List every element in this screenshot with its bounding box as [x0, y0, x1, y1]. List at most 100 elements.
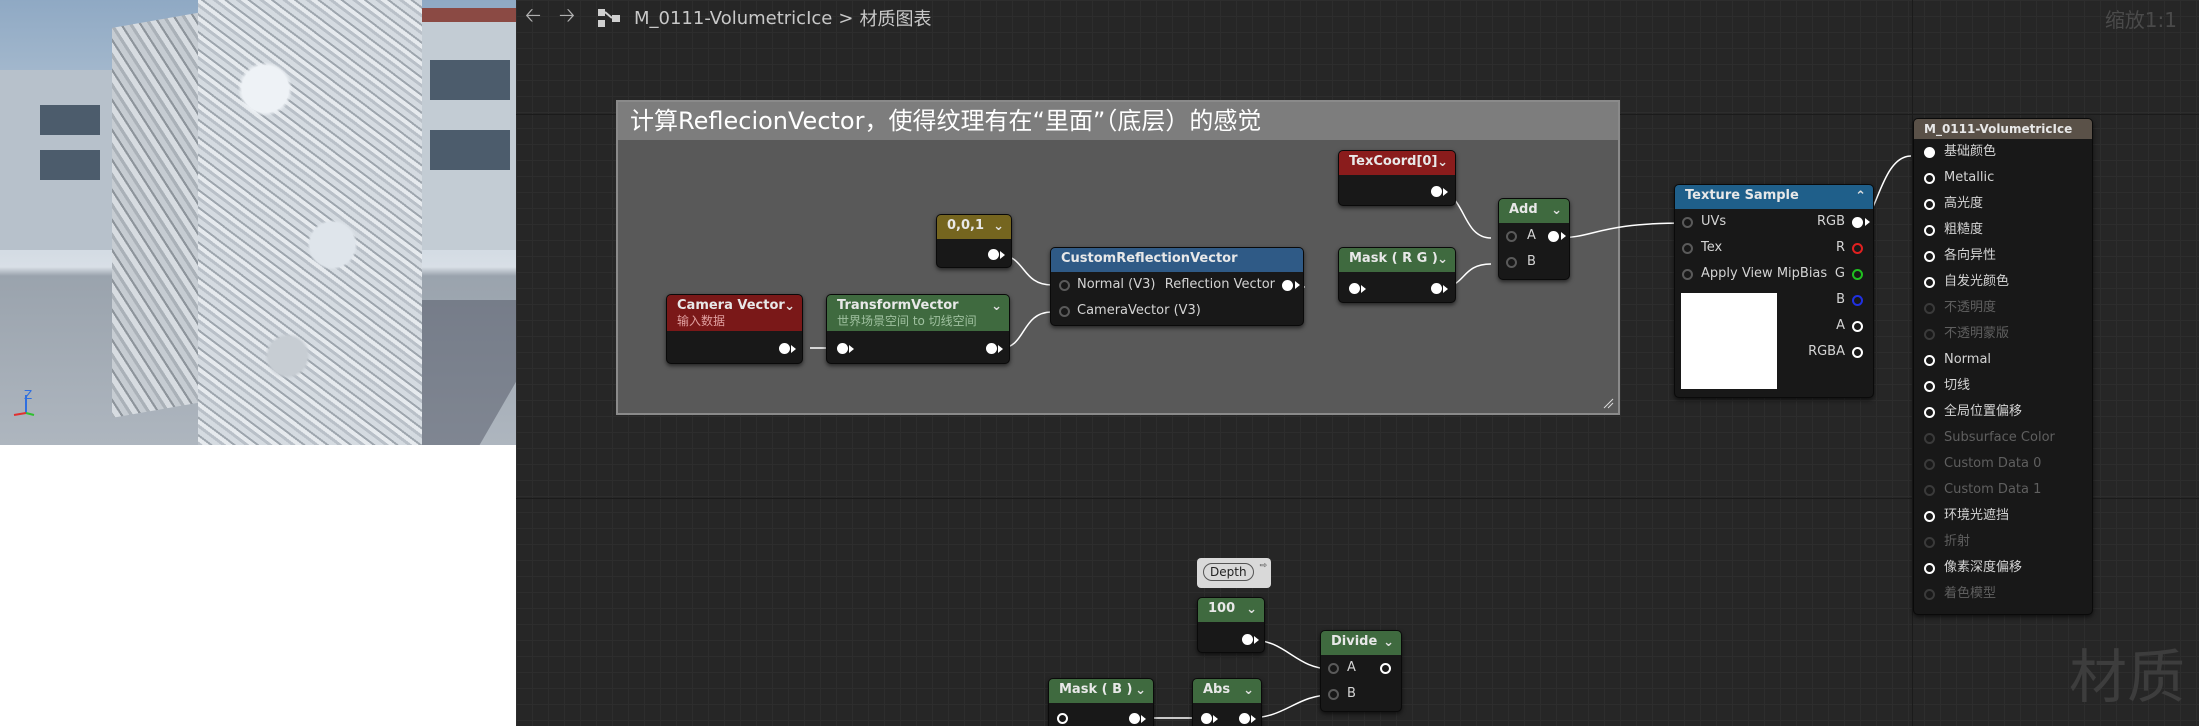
- input-pin[interactable]: [1924, 147, 1935, 158]
- output-pin[interactable]: [1380, 663, 1391, 674]
- input-pin[interactable]: [1924, 589, 1935, 600]
- output-pin-b[interactable]: [1852, 295, 1863, 306]
- node-header[interactable]: Abs ⌄: [1193, 679, 1261, 703]
- result-pin-row[interactable]: 切线: [1914, 373, 2092, 399]
- node-abs[interactable]: Abs ⌄: [1192, 678, 1262, 726]
- node-header[interactable]: Camera Vector 输入数据 ⌄: [667, 295, 802, 331]
- input-uvs[interactable]: UVs RGB: [1675, 209, 1873, 235]
- chevron-down-icon[interactable]: ⌄: [784, 296, 795, 318]
- node-header[interactable]: M_0111-VolumetricIce: [1914, 119, 2092, 139]
- input-a[interactable]: A: [1321, 655, 1401, 681]
- input-pin[interactable]: [1682, 269, 1693, 280]
- output-rgba-row[interactable]: RGBA: [1793, 339, 1873, 365]
- input-pin[interactable]: [1924, 407, 1935, 418]
- output-pin[interactable]: [1129, 713, 1140, 724]
- node-mask-b[interactable]: Mask ( B ) ⌄: [1048, 678, 1154, 726]
- result-pin-row[interactable]: 环境光遮挡: [1914, 503, 2092, 529]
- input-pin[interactable]: [1328, 689, 1339, 700]
- input-pin[interactable]: [1057, 713, 1068, 724]
- node-constant3[interactable]: 0,0,1 ⌄: [936, 214, 1012, 268]
- material-graph-canvas[interactable]: 🡠 🡢 M_0111-VolumetricIce > 材质图表 缩放1:1 材质…: [516, 0, 2199, 726]
- output-b-row[interactable]: B: [1793, 287, 1873, 313]
- input-pin[interactable]: [1924, 199, 1935, 210]
- input-pin[interactable]: [1506, 231, 1517, 242]
- preview-viewport[interactable]: Z: [0, 0, 516, 445]
- chevron-down-icon[interactable]: ⌄: [991, 296, 1002, 318]
- output-pin[interactable]: [986, 343, 997, 354]
- input-pin[interactable]: [1924, 511, 1935, 522]
- input-pin[interactable]: [837, 343, 848, 354]
- result-pin-row[interactable]: 全局位置偏移: [1914, 399, 2092, 425]
- input-pin[interactable]: [1924, 329, 1935, 340]
- output-pin-g[interactable]: [1852, 269, 1863, 280]
- node-camera-vector[interactable]: Camera Vector 输入数据 ⌄: [666, 294, 803, 364]
- output-pin-rgba[interactable]: [1852, 347, 1863, 358]
- result-pin-row[interactable]: Custom Data 1: [1914, 477, 2092, 503]
- output-pin-rgb[interactable]: [1852, 217, 1863, 228]
- output-pin[interactable]: [1282, 280, 1293, 291]
- node-material-result[interactable]: M_0111-VolumetricIce 基础颜色 Metallic 高光度 粗糙度各…: [1913, 118, 2093, 615]
- node-header[interactable]: CustomReflectionVector: [1051, 248, 1303, 272]
- node-header[interactable]: Mask ( R G ) ⌄: [1339, 248, 1455, 272]
- output-pin-r[interactable]: [1852, 243, 1863, 254]
- input-pin[interactable]: [1924, 225, 1935, 236]
- node-header[interactable]: Add ⌄: [1499, 199, 1569, 223]
- chevron-down-icon[interactable]: ⌄: [1243, 680, 1254, 702]
- result-pin-row[interactable]: 折射: [1914, 529, 2092, 555]
- input-apply-view-mipbias[interactable]: Apply View MipBias G: [1675, 261, 1873, 287]
- input-pin[interactable]: [1924, 251, 1935, 262]
- result-pin-row[interactable]: Normal: [1914, 347, 2092, 373]
- output-pin[interactable]: [1239, 713, 1250, 724]
- input-pin[interactable]: [1924, 537, 1935, 548]
- result-pin-row[interactable]: Subsurface Color: [1914, 425, 2092, 451]
- node-header[interactable]: Mask ( B ) ⌄: [1049, 679, 1153, 703]
- input-b[interactable]: B: [1499, 249, 1569, 275]
- chevron-down-icon[interactable]: ⌄: [1551, 200, 1562, 222]
- chevron-up-icon[interactable]: ⌃: [1855, 186, 1866, 208]
- node-header[interactable]: 0,0,1 ⌄: [937, 215, 1011, 239]
- output-pin[interactable]: [1242, 634, 1253, 645]
- input-pin[interactable]: [1924, 459, 1935, 470]
- node-texcoord[interactable]: TexCoord[0] ⌄: [1338, 150, 1456, 206]
- input-pin[interactable]: [1506, 257, 1517, 268]
- input-pin[interactable]: [1059, 280, 1070, 291]
- input-pin[interactable]: [1201, 713, 1212, 724]
- input-pin[interactable]: [1328, 663, 1339, 674]
- result-pin-row[interactable]: 各向异性: [1914, 243, 2092, 269]
- input-pin[interactable]: [1924, 355, 1935, 366]
- result-pin-row[interactable]: 不透明度: [1914, 295, 2092, 321]
- node-header[interactable]: TransformVector 世界场景空间 to 切线空间 ⌄: [827, 295, 1009, 331]
- input-pin[interactable]: [1682, 243, 1693, 254]
- chevron-down-icon[interactable]: ⌄: [1437, 249, 1448, 271]
- output-pin[interactable]: [779, 343, 790, 354]
- result-pin-row[interactable]: 着色模型: [1914, 581, 2092, 607]
- result-pin-row[interactable]: Metallic: [1914, 165, 2092, 191]
- node-constant-100[interactable]: 100 ⌄: [1197, 597, 1265, 653]
- result-pin-row[interactable]: 粗糙度: [1914, 217, 2092, 243]
- result-pin-row[interactable]: 像素深度偏移: [1914, 555, 2092, 581]
- node-header[interactable]: 100 ⌄: [1198, 598, 1264, 622]
- node-divide[interactable]: Divide ⌄ A B: [1320, 630, 1402, 712]
- input-camera-vector[interactable]: CameraVector (V3): [1051, 298, 1303, 324]
- node-mask-rg[interactable]: Mask ( R G ) ⌄: [1338, 247, 1456, 303]
- input-a[interactable]: A: [1499, 223, 1569, 249]
- node-header[interactable]: Divide ⌄: [1321, 631, 1401, 655]
- node-texture-sample[interactable]: Texture Sample ⌃ UVs RGB Tex R Apply Vie…: [1674, 184, 1874, 398]
- output-pin-a[interactable]: [1852, 321, 1863, 332]
- chevron-down-icon[interactable]: ⌄: [1246, 599, 1257, 621]
- output-a-row[interactable]: A: [1793, 313, 1873, 339]
- result-pin-row[interactable]: 高光度: [1914, 191, 2092, 217]
- input-pin[interactable]: [1059, 306, 1070, 317]
- input-pin[interactable]: [1924, 485, 1935, 496]
- output-pin[interactable]: [1431, 186, 1442, 197]
- output-pin[interactable]: [1431, 283, 1442, 294]
- input-pin[interactable]: [1924, 277, 1935, 288]
- input-pin[interactable]: [1682, 217, 1693, 228]
- output-pin[interactable]: [1548, 231, 1559, 242]
- node-header[interactable]: Texture Sample ⌃: [1675, 185, 1873, 209]
- input-pin[interactable]: [1924, 433, 1935, 444]
- node-header[interactable]: TexCoord[0] ⌄: [1339, 151, 1455, 175]
- node-add[interactable]: Add ⌄ A B: [1498, 198, 1570, 280]
- input-pin[interactable]: [1349, 283, 1360, 294]
- input-tex[interactable]: Tex R: [1675, 235, 1873, 261]
